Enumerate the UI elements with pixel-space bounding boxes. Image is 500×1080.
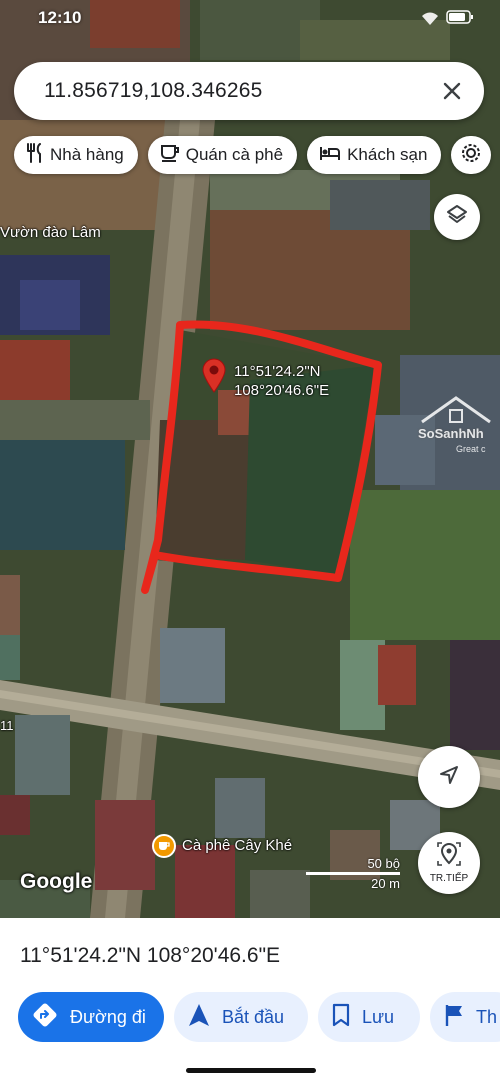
- directions-label: Đường đi: [70, 1006, 146, 1027]
- label-button[interactable]: Th: [430, 992, 500, 1042]
- location-search-icon: [437, 842, 461, 871]
- chip-cafes[interactable]: Quán cà phê: [147, 136, 298, 174]
- restaurant-icon: [26, 142, 44, 168]
- pin-latitude: 11°51'24.2"N: [234, 363, 321, 380]
- layers-button[interactable]: [434, 194, 480, 240]
- scale-meters: 20 m: [371, 876, 400, 891]
- category-chips: Nhà hàng Quán cà phê Khách sạn: [14, 136, 492, 174]
- chip-restaurants[interactable]: Nhà hàng: [14, 136, 138, 174]
- my-location-button[interactable]: [418, 746, 480, 808]
- directions-button[interactable]: Đường đi: [18, 992, 164, 1042]
- battery-icon: [446, 10, 474, 31]
- watermark-tagline: Great c: [456, 444, 486, 454]
- bookmark-icon: [332, 1003, 350, 1032]
- chip-label: Quán cà phê: [185, 145, 284, 164]
- action-buttons: Đường đi Bắt đầu Lưu Th: [18, 992, 500, 1042]
- dropped-pin-icon[interactable]: [201, 357, 227, 398]
- map-view[interactable]: 12:10 11.856719,108.346265 Nhà hàng Quán…: [0, 0, 500, 918]
- chip-label: Khách sạn: [347, 145, 428, 164]
- search-bar[interactable]: 11.856719,108.346265: [14, 62, 484, 120]
- hotel-icon: [319, 145, 341, 166]
- place-coordinates: 11°51'24.2"N 108°20'46.6"E: [20, 944, 281, 967]
- cafe-marker-icon[interactable]: [152, 834, 176, 858]
- next-button-label: TR.TIẾP: [429, 873, 469, 884]
- home-indicator: [186, 1068, 316, 1073]
- map-scale: 50 bộ 20 m: [306, 856, 402, 891]
- pin-longitude: 108°20'46.6"E: [234, 382, 330, 399]
- scale-bar: [306, 872, 400, 875]
- place-label-garden[interactable]: Vườn đào Lâm: [0, 224, 101, 241]
- settings-icon: [461, 143, 481, 168]
- directions-icon: [32, 1002, 58, 1033]
- start-label: Bắt đầu: [222, 1006, 285, 1027]
- navigation-arrow-icon: [188, 1003, 210, 1032]
- place-sheet[interactable]: 11°51'24.2"N 108°20'46.6"E Đường đi Bắt …: [0, 918, 500, 1080]
- wifi-icon: [420, 10, 440, 31]
- status-icons: [420, 10, 474, 31]
- watermark-name: SoSanhNh: [418, 426, 484, 441]
- watermark-logo: SoSanhNh Great c: [412, 392, 500, 458]
- save-button[interactable]: Lưu: [318, 992, 420, 1042]
- close-icon[interactable]: [438, 77, 466, 105]
- label-label: Th: [476, 1006, 498, 1027]
- save-label: Lưu: [362, 1006, 395, 1027]
- chip-more[interactable]: [451, 136, 492, 174]
- search-input[interactable]: 11.856719,108.346265: [44, 79, 438, 103]
- chip-label: Nhà hàng: [50, 145, 124, 164]
- explore-next-button[interactable]: TR.TIẾP: [418, 832, 480, 894]
- edge-label: 11: [0, 718, 14, 733]
- google-logo: Google: [20, 870, 93, 893]
- status-time: 12:10: [38, 8, 82, 27]
- location-arrow-icon: [437, 763, 461, 792]
- pin-coordinates: 11°51'24.2"N 108°20'46.6"E: [234, 362, 329, 400]
- place-label-cafe[interactable]: Cà phê Cây Khé: [182, 837, 292, 854]
- start-button[interactable]: Bắt đầu: [174, 992, 308, 1042]
- layers-icon: [446, 204, 468, 231]
- flag-icon: [444, 1003, 464, 1032]
- scale-feet: 50 bộ: [367, 856, 400, 871]
- coffee-icon: [160, 143, 180, 168]
- chip-hotels[interactable]: Khách sạn: [307, 136, 442, 174]
